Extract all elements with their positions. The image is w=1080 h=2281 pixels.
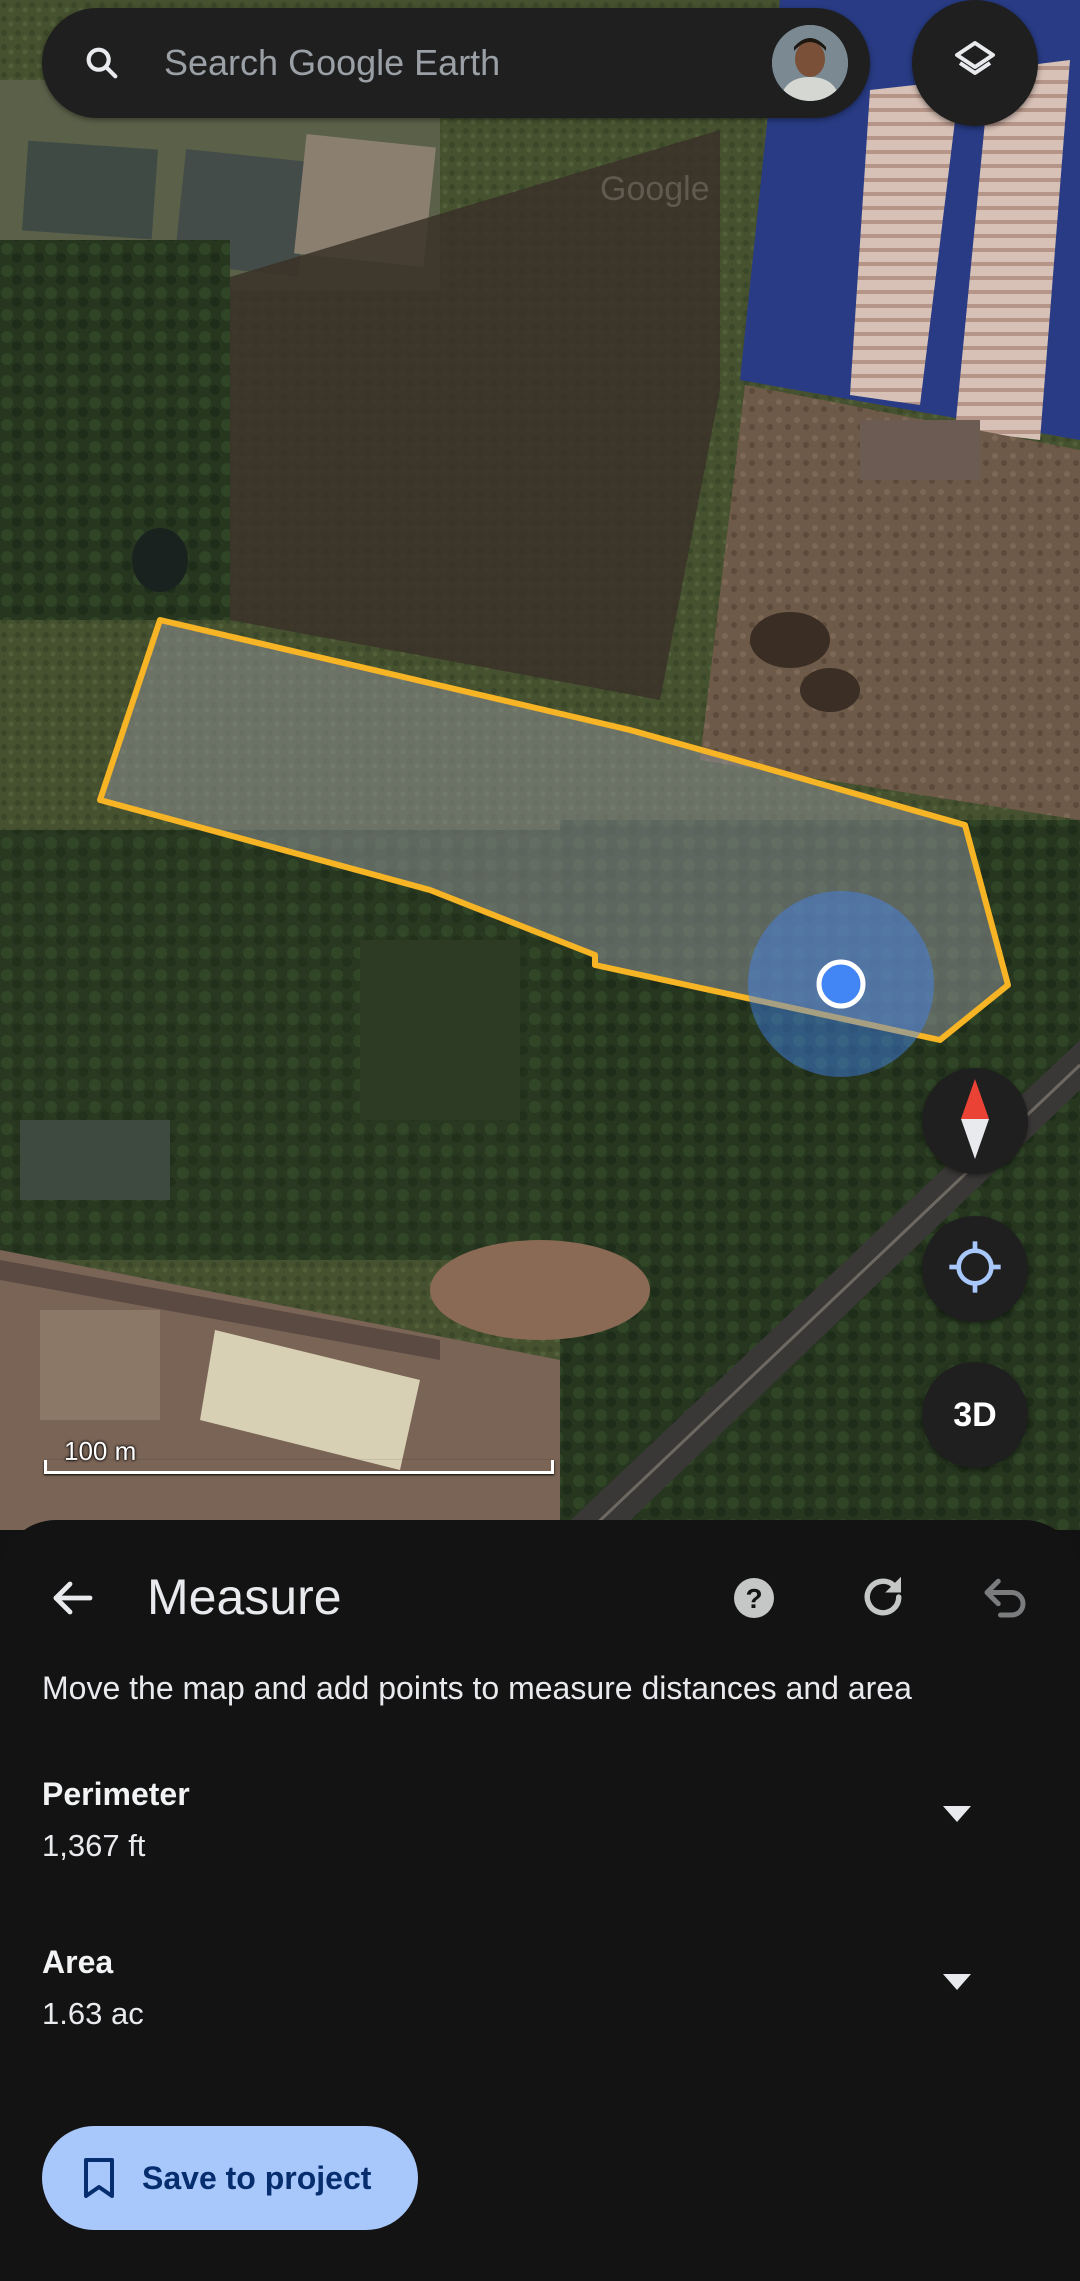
back-button[interactable] — [44, 1572, 100, 1628]
search-icon — [82, 43, 122, 83]
layers-button[interactable] — [912, 0, 1038, 126]
location-dot — [816, 959, 866, 1009]
help-button[interactable]: ? — [730, 1574, 778, 1622]
search-bar[interactable]: Search Google Earth — [42, 8, 870, 118]
save-button-label: Save to project — [142, 2159, 372, 2196]
refresh-icon — [856, 1576, 910, 1628]
map-scale: 100 m — [44, 1436, 554, 1474]
compass-button[interactable] — [922, 1068, 1028, 1174]
perimeter-row[interactable]: Perimeter 1,367 ft — [42, 1776, 1042, 1886]
layers-icon — [951, 37, 999, 90]
area-row[interactable]: Area 1.63 ac — [42, 1944, 1042, 2054]
bookmark-icon — [82, 2158, 116, 2198]
map-watermark: Google — [600, 170, 710, 208]
satellite-map[interactable]: Google Search Google Earth 3D 100 m — [0, 0, 1080, 1530]
undo-icon — [978, 1578, 1032, 1628]
page-title: Measure — [147, 1569, 342, 1625]
my-location-button[interactable] — [922, 1216, 1028, 1322]
measure-header: Measure ? — [0, 1520, 1080, 1670]
my-location-icon — [947, 1239, 1003, 1300]
perimeter-label: Perimeter — [42, 1776, 190, 1812]
svg-text:?: ? — [745, 1583, 762, 1614]
save-to-project-button[interactable]: Save to project — [42, 2126, 418, 2230]
scale-bar — [44, 1460, 554, 1474]
compass-icon — [955, 1078, 995, 1164]
measure-panel: Measure ? Move the map and add points to… — [0, 1520, 1080, 2281]
arrow-back-icon — [48, 1574, 96, 1627]
undo-button[interactable] — [978, 1570, 1032, 1624]
satellite-imagery — [0, 0, 1080, 1530]
area-value: 1.63 ac — [42, 1996, 144, 2031]
help-icon: ? — [730, 1578, 778, 1626]
arrow-drop-down-icon — [943, 1805, 971, 1827]
arrow-drop-down-icon — [943, 1973, 971, 1995]
search-input[interactable]: Search Google Earth — [164, 42, 772, 84]
area-label: Area — [42, 1944, 114, 1980]
perimeter-value: 1,367 ft — [42, 1828, 146, 1863]
instruction-text: Move the map and add points to measure d… — [42, 1670, 912, 1706]
refresh-button[interactable] — [856, 1570, 910, 1624]
area-unit-dropdown[interactable] — [932, 1964, 982, 2004]
avatar[interactable] — [772, 25, 848, 101]
toggle-3d-button[interactable]: 3D — [922, 1362, 1028, 1468]
perimeter-unit-dropdown[interactable] — [932, 1796, 982, 1836]
